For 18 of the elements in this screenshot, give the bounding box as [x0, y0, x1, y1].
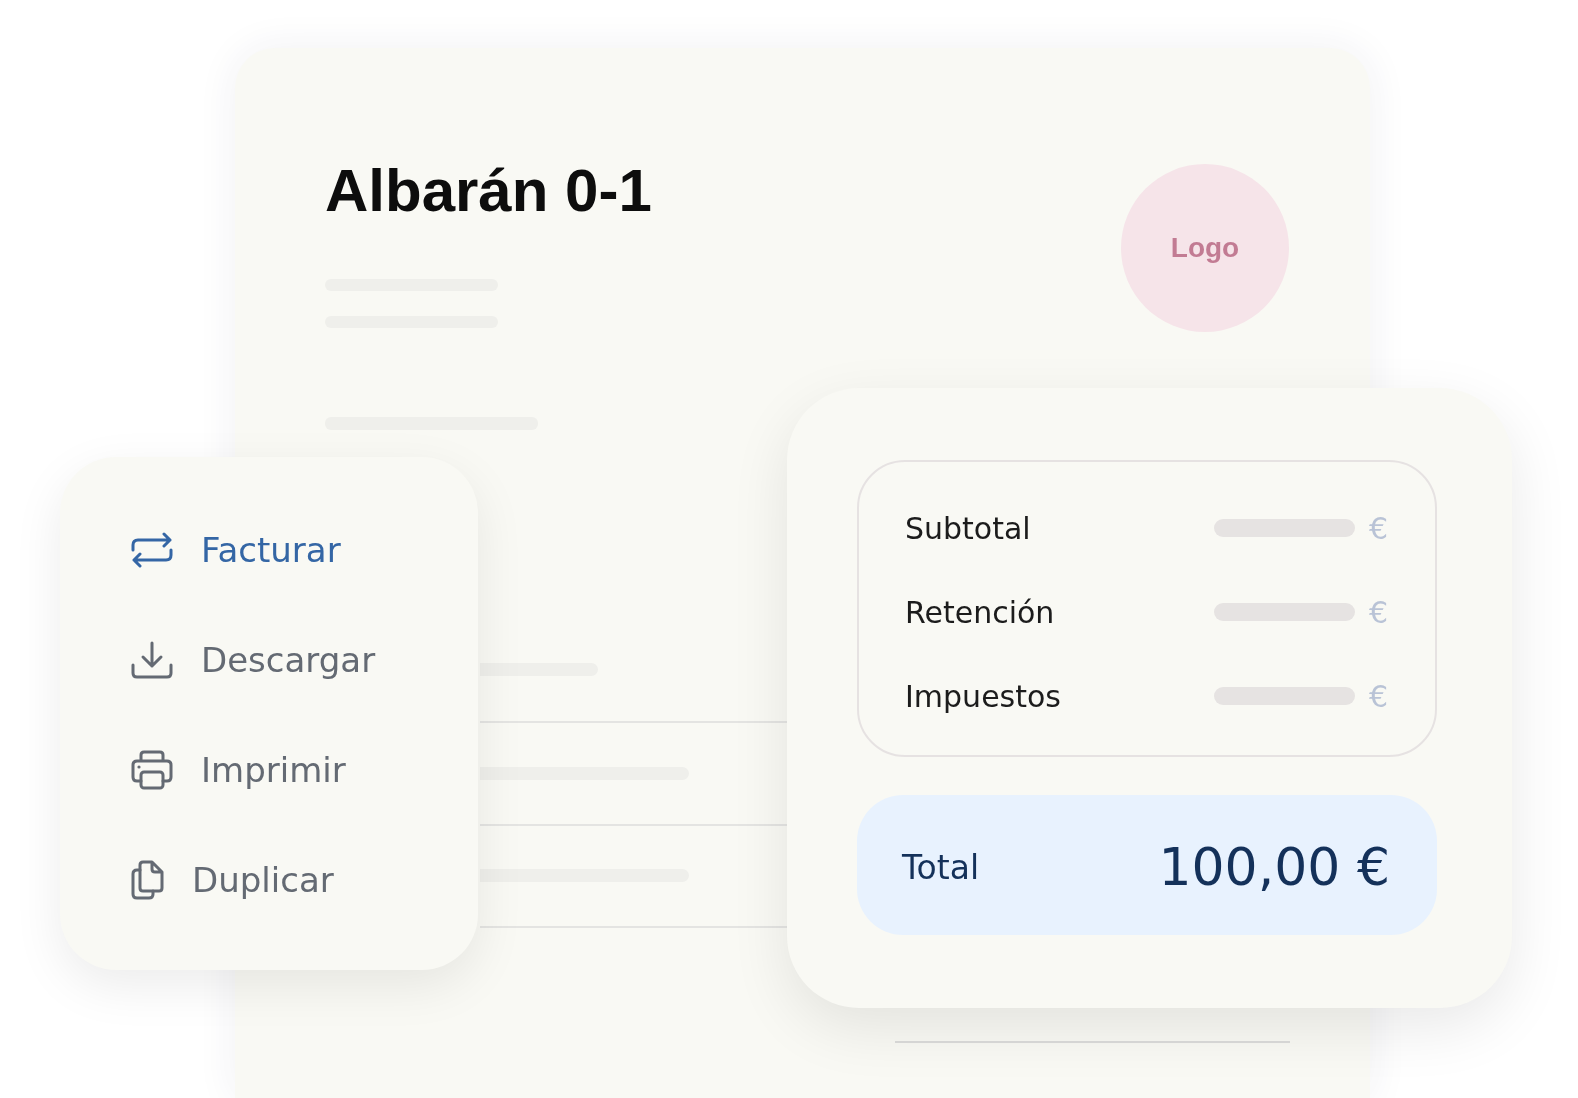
- swap-arrows-icon: [131, 532, 173, 568]
- total-label: Total: [902, 847, 980, 887]
- copy-icon: [131, 860, 164, 900]
- menu-item[interactable]: Facturar: [131, 528, 341, 572]
- menu-item[interactable]: Descargar: [131, 638, 376, 682]
- menu-item[interactable]: Duplicar: [131, 858, 334, 902]
- currency-symbol: €: [1368, 678, 1388, 714]
- total-amount: 100,00 €: [1158, 837, 1390, 897]
- printer-icon: [131, 750, 173, 790]
- logo: Logo: [1121, 164, 1289, 332]
- menu-item[interactable]: Imprimir: [131, 748, 346, 792]
- document-title: Albarán 0-1: [325, 156, 652, 225]
- totals-label: Subtotal: [905, 510, 1032, 546]
- totals-label: Retención: [905, 594, 1056, 630]
- currency-symbol: €: [1368, 510, 1388, 546]
- download-icon: [131, 641, 173, 679]
- totals-label: Impuestos: [905, 678, 1062, 714]
- currency-symbol: €: [1368, 594, 1388, 630]
